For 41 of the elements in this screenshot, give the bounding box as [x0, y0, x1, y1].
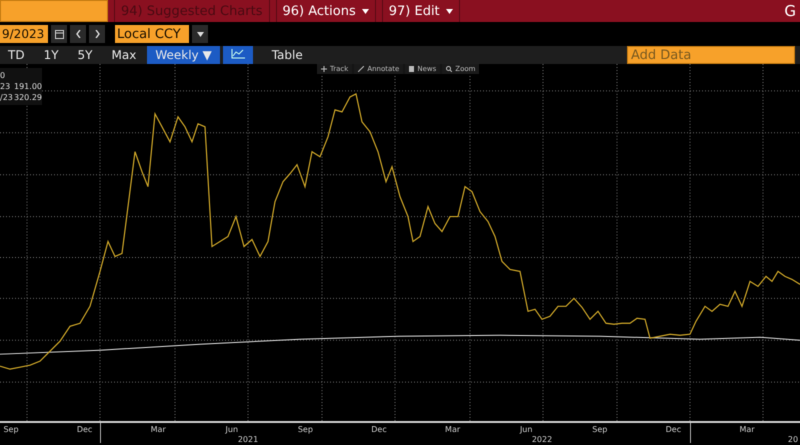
axis-label: Mar: [150, 425, 166, 434]
next-button[interactable]: [89, 25, 105, 43]
menu-button[interactable]: 96) Actions: [276, 0, 376, 22]
menu-button[interactable]: 97) Edit: [382, 0, 460, 22]
legend-label: 0: [0, 70, 6, 81]
calendar-icon: [54, 29, 64, 39]
menu-label[interactable]: G: [784, 0, 800, 22]
legend-label: 23: [0, 81, 10, 92]
chart-view-button[interactable]: [222, 46, 253, 64]
pencil-icon: [358, 66, 364, 72]
axis-year-label: 2022: [532, 435, 552, 444]
plus-icon: [321, 66, 327, 72]
legend-value: 191.00: [14, 81, 42, 92]
axis-label: Sep: [3, 425, 19, 434]
axis-label: Dec: [76, 425, 92, 434]
calendar-button[interactable]: [51, 25, 67, 43]
add-data-field[interactable]: Add Data: [627, 46, 795, 64]
axis-label: Dec: [666, 425, 682, 434]
frequency-dropdown[interactable]: Weekly ▼: [147, 46, 220, 64]
currency-field[interactable]: Local CCY: [115, 25, 189, 43]
caret-icon: [196, 32, 204, 36]
legend-label: /23: [0, 92, 13, 103]
axis-label: Mar: [739, 425, 755, 434]
chevron-left-icon: [76, 30, 80, 38]
axis-label: Dec: [371, 425, 387, 434]
legend-value: 320.29: [14, 92, 42, 103]
axis-label: Jun: [226, 425, 238, 434]
axis-label: Jun: [520, 425, 532, 434]
axis-label: Mar: [445, 425, 460, 434]
axis-label: Sep: [592, 425, 608, 434]
security-field[interactable]: [0, 0, 108, 22]
dropdown-button[interactable]: [192, 25, 208, 43]
search-icon: [446, 66, 452, 72]
date-field[interactable]: 9/2023: [0, 25, 48, 43]
axis-year-label: 2021: [238, 435, 258, 444]
axis-label: Sep: [298, 425, 313, 434]
chevron-right-icon: [94, 30, 100, 38]
previous-button[interactable]: [70, 25, 86, 43]
line-chart-icon: [230, 49, 245, 59]
axis-year-label: 20: [788, 435, 798, 444]
document-icon: [409, 66, 414, 72]
